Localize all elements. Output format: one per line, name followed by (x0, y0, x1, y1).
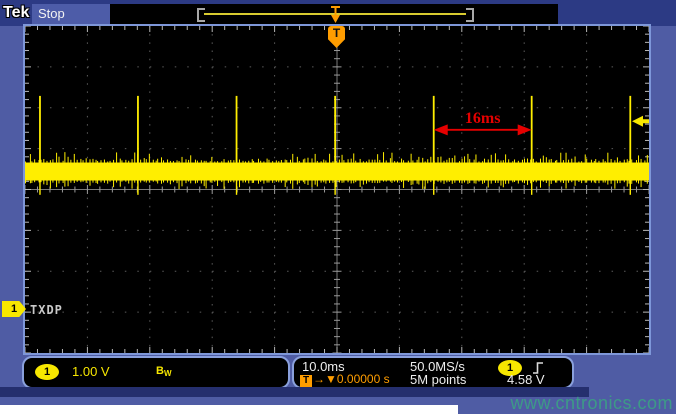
channel1-badge: 1 (35, 364, 59, 380)
annotation-text: 16ms (465, 110, 501, 127)
trigger-arrow-icon: → (313, 372, 325, 386)
record-window-left-bracket-icon (197, 8, 205, 22)
lcd-bottom-edge (0, 387, 589, 397)
waveform-display: 16ms (25, 26, 649, 353)
acquisition-status-chip: Stop (32, 4, 110, 24)
record-view-bar (110, 4, 558, 24)
horizontal-trigger-readout-box: 10.0ms 50.0MS/s 1 T→▼0.00000 s 5M points… (292, 356, 574, 389)
trigger-level: 4.58 V (507, 372, 545, 387)
tek-logo: Tek (3, 4, 29, 22)
top-status-bar: Tek Stop (0, 0, 676, 26)
period-annotation: 16ms (434, 110, 532, 136)
trigger-time-value: 0.00000 s (337, 372, 390, 386)
record-window-right-bracket-icon (466, 8, 474, 22)
trigger-level-arrow-icon (632, 116, 649, 127)
record-length: 5M points (410, 372, 466, 387)
center-axes (25, 26, 649, 353)
page-background-strip (0, 405, 458, 414)
trigger-time-readout: T→▼0.00000 s (300, 372, 390, 387)
trigger-marker-icon: ▼ (325, 372, 337, 386)
graticule-display: 16ms TXDP (23, 24, 651, 355)
acquisition-status: Stop (38, 6, 110, 21)
bandwidth-limit-icon: BW (156, 365, 172, 378)
oscilloscope-screen: Tek Stop 16ms TXDP T 1 1 1.00 V BW 10.0m… (0, 0, 676, 414)
trigger-position-marker-icon (328, 5, 343, 24)
channel-label: TXDP (30, 303, 63, 317)
channel-scale: 1.00 V (72, 364, 110, 379)
channel-readout-box: 1 1.00 V BW (22, 356, 290, 389)
trigger-T-icon: T (300, 375, 312, 387)
watermark: www.cntronics.com (510, 393, 673, 414)
